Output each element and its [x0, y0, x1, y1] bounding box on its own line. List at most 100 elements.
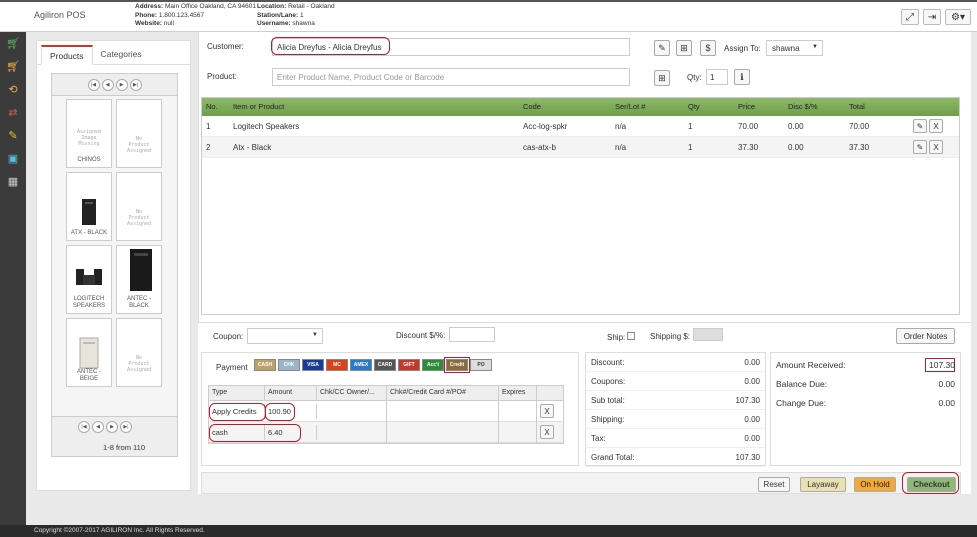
product-count: 1-8 from 110 [103, 443, 145, 452]
logout-icon[interactable]: ⇥ [923, 9, 941, 25]
visa-icon[interactable]: VISA [302, 359, 324, 371]
edit-icon[interactable]: ✎ [0, 124, 26, 147]
discount-input[interactable] [449, 327, 495, 342]
table-cell: Atx - Black [233, 142, 272, 152]
change-due-row: Change Due: 0.00 [776, 397, 955, 408]
table-cell: 1 [206, 121, 211, 131]
ship-label: Ship: [607, 333, 626, 342]
customer-label: Customer: [207, 42, 244, 51]
product-tile[interactable]: No Product Assigned [116, 318, 162, 387]
remove-payment-button[interactable]: X [540, 404, 554, 418]
order-notes-button[interactable]: Order Notes [896, 328, 955, 344]
amex-icon[interactable]: AMEX [350, 359, 372, 371]
table-cell: cas-atx-b [523, 142, 556, 152]
product-tile[interactable]: LOGITECH SPEAKERS [66, 245, 112, 314]
settings-gear-icon[interactable]: ⚙▾ [945, 9, 971, 25]
first-page-icon[interactable]: |◀ [78, 421, 90, 433]
product-image [78, 197, 100, 227]
table-cell: Acc-log-spkr [523, 121, 568, 131]
chevron-down-icon: ▼ [312, 332, 318, 338]
cart-full-icon[interactable]: 🛒︎ [0, 55, 26, 78]
cash-icon[interactable]: ▣ [0, 147, 26, 170]
table-cell: 1 [688, 142, 693, 152]
mastercard-icon[interactable]: MC [326, 359, 348, 371]
edit-row-icon[interactable]: ✎ [913, 140, 927, 154]
payments-header: Type Amount Chk/CC Owner/... Chk#/Credit… [209, 386, 563, 401]
product-tile[interactable]: No Product Assigned [116, 172, 162, 241]
ship-checkbox[interactable] [627, 332, 635, 340]
store-info: Address: Main Office Oakland, CA 94601 P… [135, 3, 256, 27]
product-tile[interactable]: No Product Assigned [116, 99, 162, 168]
qty-label: Qty: [687, 73, 702, 82]
discount-label: Discount $/%: [396, 331, 446, 340]
coupon-select[interactable]: ▼ [247, 328, 323, 344]
edit-row-icon[interactable]: ✎ [913, 119, 927, 133]
cart-return-icon[interactable]: ⟲ [0, 78, 26, 101]
card-method-icon[interactable]: CARD [374, 359, 396, 371]
shipping-label: Shipping $: [650, 332, 691, 341]
balance-due-row: Balance Due: 0.00 [776, 378, 955, 389]
customer-highlight [271, 37, 390, 55]
account-method-icon[interactable]: Acc't [422, 359, 444, 371]
on-hold-button[interactable]: On Hold [854, 477, 896, 492]
product-tile[interactable]: ATX - BLACK [66, 172, 112, 241]
product-tile[interactable]: Assigned Image Missing CHINOS [66, 99, 112, 168]
remove-row-button[interactable]: X [929, 140, 943, 154]
subtotal-row: Sub total: 107.30 [586, 391, 765, 410]
dollar-icon[interactable]: $ [700, 40, 716, 56]
assign-select[interactable]: shawna ▼ [766, 40, 823, 56]
next-page-icon[interactable]: ▶ [115, 78, 128, 91]
po-method-icon[interactable]: PO [470, 359, 492, 371]
remove-row-button[interactable]: X [929, 119, 943, 133]
layaway-button[interactable]: Layaway [800, 477, 846, 492]
product-name: CHINOS [77, 157, 101, 163]
qty-input[interactable]: 1 [706, 69, 728, 85]
last-page-icon[interactable]: ▶| [129, 78, 142, 91]
product-name: ANTEC - BEIGE [77, 369, 101, 382]
edit-customer-icon[interactable]: ✎ [654, 40, 670, 56]
amount-received-input[interactable]: 107.30 [925, 357, 955, 372]
table-row[interactable]: 1 Logitech Speakers Acc-log-spkr n/a 1 70.00 0… [202, 116, 959, 137]
check-method-icon[interactable]: CHK [278, 359, 300, 371]
add-product-icon[interactable]: ⊞ [654, 70, 670, 86]
table-cell: 0.00 [788, 121, 804, 131]
cash-method-icon[interactable]: CASH [254, 359, 276, 371]
cart-icon[interactable]: 🛒︎ [0, 32, 26, 55]
table-cell: 2 [206, 142, 211, 152]
shipping-input[interactable] [693, 328, 723, 341]
info-icon[interactable]: ℹ [734, 69, 750, 85]
table-row[interactable]: 2 Atx - Black cas-atx-b n/a 1 37.30 0.00 37.30 ✎… [202, 137, 959, 158]
footer: Copyright ©2007-2017 AGILIRON Inc. All R… [0, 525, 977, 537]
brand-name: Agiliron POS [34, 10, 86, 20]
product-image [75, 263, 103, 293]
last-page-icon[interactable]: ▶| [120, 421, 132, 433]
add-customer-icon[interactable]: ⊞ [676, 40, 692, 56]
product-tile[interactable]: ANTEC - BEIGE [66, 318, 112, 387]
product-search-input[interactable]: Enter Product Name, Product Code or Barc… [272, 68, 630, 86]
payment-methods: CASH CHK VISA MC AMEX CARD GIFT Acc't Cr… [254, 357, 492, 373]
payment-label: Payment [216, 363, 248, 372]
product-grid: |◀ ◀ ▶ ▶| Assigned Image Missing CHINOS No… [51, 73, 178, 457]
product-tile[interactable]: ANTEC - BLACK [116, 245, 162, 314]
first-page-icon[interactable]: |◀ [87, 78, 100, 91]
totals-section: Discount: 0.00 Coupons: 0.00 Sub total: 107… [585, 352, 766, 467]
credit-method-icon[interactable]: Credit [444, 357, 470, 373]
prev-page-icon[interactable]: ◀ [101, 78, 114, 91]
prev-page-icon[interactable]: ◀ [92, 421, 104, 433]
cash-row-highlight [209, 424, 301, 442]
fullscreen-icon[interactable]: ⤢ [901, 9, 919, 25]
apply-credits-highlight [209, 403, 266, 421]
reset-button[interactable]: Reset [758, 477, 790, 492]
remove-payment-button[interactable]: X [540, 425, 554, 439]
next-page-icon[interactable]: ▶ [106, 421, 118, 433]
grid-table-icon[interactable]: ▦ [0, 170, 26, 193]
product-image [78, 336, 100, 369]
table-cell: n/a [615, 121, 627, 131]
checkout-highlight [902, 472, 959, 494]
amount-received-row: Amount Received: 107.30 [776, 357, 955, 372]
tab-categories[interactable]: Categories [93, 45, 150, 64]
tab-products[interactable]: Products [41, 45, 93, 65]
gift-card-icon[interactable]: GIFT [398, 359, 420, 371]
pager-bottom: |◀ ◀ ▶ ▶| 1-8 from 110 [52, 416, 177, 456]
swap-arrows-icon[interactable]: ⇄ [0, 101, 26, 124]
